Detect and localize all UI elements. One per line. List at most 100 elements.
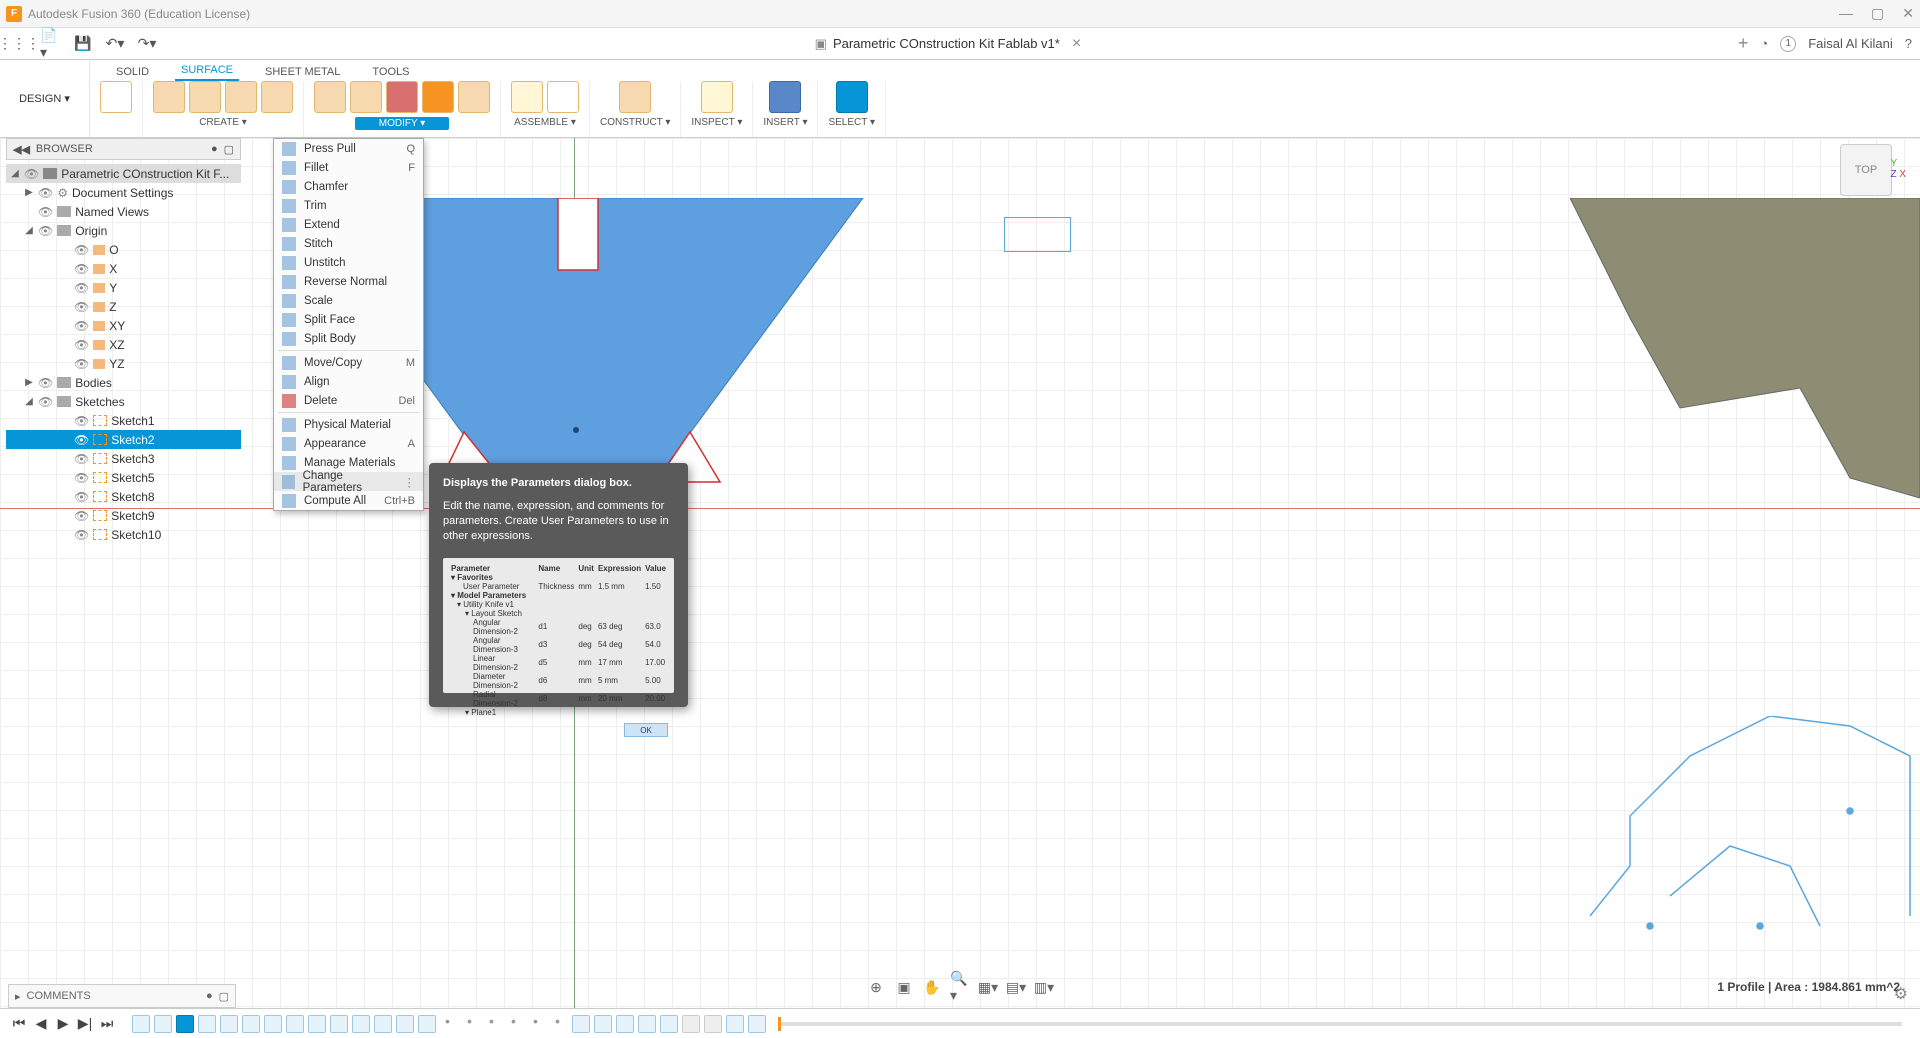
- timeline-next[interactable]: ▶|: [76, 1015, 94, 1032]
- menu-scale[interactable]: Scale: [274, 291, 423, 310]
- timeline-step[interactable]: [506, 1015, 524, 1033]
- grid-icon[interactable]: ▤▾: [1006, 978, 1026, 996]
- timeline-step[interactable]: [484, 1015, 502, 1033]
- timeline-step[interactable]: [374, 1015, 392, 1033]
- tool-icon[interactable]: [225, 81, 257, 113]
- insert-label[interactable]: INSERT ▾: [763, 117, 807, 128]
- timeline-handle[interactable]: [778, 1017, 781, 1031]
- tree-item-document-settings[interactable]: ▶👁⚙Document Settings: [6, 183, 241, 202]
- collapse-icon[interactable]: ◀◀: [13, 143, 30, 156]
- tool-icon[interactable]: [350, 81, 382, 113]
- tool-icon[interactable]: [189, 81, 221, 113]
- timeline-step[interactable]: [396, 1015, 414, 1033]
- menu-fillet[interactable]: FilletF: [274, 158, 423, 177]
- assemble-label[interactable]: ASSEMBLE ▾: [514, 117, 576, 128]
- tree-item-named-views[interactable]: 👁Named Views: [6, 202, 241, 221]
- canvas-area[interactable]: ◀◀ BROWSER ● ▢ ◢👁 Parametric COnstructio…: [0, 138, 1920, 1008]
- jobs-icon[interactable]: 1: [1780, 36, 1796, 52]
- timeline-step[interactable]: [440, 1015, 458, 1033]
- tool-icon[interactable]: [153, 81, 185, 113]
- tree-item-origin[interactable]: ◢👁Origin: [6, 221, 241, 240]
- tab-solid[interactable]: SOLID: [110, 63, 155, 81]
- tool-icon[interactable]: [386, 81, 418, 113]
- new-tab-button[interactable]: +: [1738, 33, 1749, 54]
- menu-extend[interactable]: Extend: [274, 215, 423, 234]
- timeline-step[interactable]: [154, 1015, 172, 1033]
- menu-stitch[interactable]: Stitch: [274, 234, 423, 253]
- tree-item-sketch2[interactable]: 👁Sketch2: [6, 430, 241, 449]
- timeline-step[interactable]: [330, 1015, 348, 1033]
- timeline-step[interactable]: [594, 1015, 612, 1033]
- browser-header[interactable]: ◀◀ BROWSER ● ▢: [6, 138, 241, 160]
- tree-item-y[interactable]: 👁Y: [6, 278, 241, 297]
- comments-pin-icon[interactable]: ●: [206, 990, 213, 1002]
- tab-close-button[interactable]: ×: [1072, 35, 1081, 53]
- timeline-step[interactable]: [220, 1015, 238, 1033]
- timeline-step[interactable]: [132, 1015, 150, 1033]
- tool-icon[interactable]: [701, 81, 733, 113]
- maximize-button[interactable]: ▢: [1871, 5, 1884, 22]
- timeline-step[interactable]: [176, 1015, 194, 1033]
- timeline-step[interactable]: [572, 1015, 590, 1033]
- tool-icon[interactable]: [422, 81, 454, 113]
- timeline-step[interactable]: [704, 1015, 722, 1033]
- document-tab[interactable]: ▣ Parametric COnstruction Kit Fablab v1*…: [168, 35, 1728, 53]
- tree-item-xz[interactable]: 👁XZ: [6, 335, 241, 354]
- menu-trim[interactable]: Trim: [274, 196, 423, 215]
- timeline-step[interactable]: [682, 1015, 700, 1033]
- select-label[interactable]: SELECT ▾: [828, 117, 875, 128]
- timeline-step[interactable]: [308, 1015, 326, 1033]
- tool-icon[interactable]: [314, 81, 346, 113]
- tab-surface[interactable]: SURFACE: [175, 61, 239, 81]
- menu-press-pull[interactable]: Press PullQ: [274, 139, 423, 158]
- timeline-step[interactable]: [616, 1015, 634, 1033]
- timeline-last[interactable]: ⏭: [98, 1015, 116, 1032]
- menu-change-parameters[interactable]: Change Parameters⋮: [274, 472, 423, 491]
- browser-options-icon[interactable]: ▢: [224, 143, 234, 156]
- modify-label[interactable]: MODIFY ▾: [355, 117, 450, 130]
- orbit-icon[interactable]: ⊕: [866, 978, 886, 996]
- menu-chamfer[interactable]: Chamfer: [274, 177, 423, 196]
- menu-compute-all[interactable]: Compute AllCtrl+B: [274, 491, 423, 510]
- display-icon[interactable]: ▦▾: [978, 978, 998, 996]
- timeline-step[interactable]: [286, 1015, 304, 1033]
- menu-unstitch[interactable]: Unstitch: [274, 253, 423, 272]
- tool-icon[interactable]: [458, 81, 490, 113]
- comments-panel[interactable]: ▸ COMMENTS ● ▢: [8, 984, 236, 1008]
- timeline-step[interactable]: [726, 1015, 744, 1033]
- menu-appearance[interactable]: AppearanceA: [274, 434, 423, 453]
- timeline-step[interactable]: [660, 1015, 678, 1033]
- sketch-tool[interactable]: [90, 81, 143, 137]
- extensions-icon[interactable]: ◔: [1760, 36, 1768, 51]
- tree-item-sketch3[interactable]: 👁Sketch3: [6, 449, 241, 468]
- tree-item-xy[interactable]: 👁XY: [6, 316, 241, 335]
- comments-collapse-icon[interactable]: ▸: [15, 990, 21, 1003]
- settings-icon[interactable]: ⚙: [1894, 984, 1908, 1004]
- tab-tools[interactable]: TOOLS: [366, 63, 415, 81]
- file-menu[interactable]: 📄▾: [40, 33, 62, 55]
- menu-physical-material[interactable]: Physical Material: [274, 415, 423, 434]
- tree-item-bodies[interactable]: ▶👁Bodies: [6, 373, 241, 392]
- tree-item-sketch9[interactable]: 👁Sketch9: [6, 506, 241, 525]
- timeline-step[interactable]: [264, 1015, 282, 1033]
- tool-icon[interactable]: [547, 81, 579, 113]
- tool-icon[interactable]: [836, 81, 868, 113]
- timeline-step[interactable]: [462, 1015, 480, 1033]
- construct-label[interactable]: CONSTRUCT ▾: [600, 117, 670, 128]
- menu-split-face[interactable]: Split Face: [274, 310, 423, 329]
- timeline-play[interactable]: ▶: [54, 1015, 72, 1032]
- save-button[interactable]: 💾: [72, 33, 94, 55]
- redo-button[interactable]: ↷▾: [136, 33, 158, 55]
- viewport-icon[interactable]: ▥▾: [1034, 978, 1054, 996]
- tree-item-o[interactable]: 👁O: [6, 240, 241, 259]
- create-label[interactable]: CREATE ▾: [199, 117, 247, 128]
- menu-move-copy[interactable]: Move/CopyM: [274, 353, 423, 372]
- comments-options-icon[interactable]: ▢: [219, 990, 229, 1003]
- timeline-step[interactable]: [242, 1015, 260, 1033]
- tool-icon[interactable]: [619, 81, 651, 113]
- zoom-icon[interactable]: 🔍▾: [950, 978, 970, 996]
- tree-item-sketch1[interactable]: 👁Sketch1: [6, 411, 241, 430]
- inspect-label[interactable]: INSPECT ▾: [691, 117, 742, 128]
- timeline-step[interactable]: [418, 1015, 436, 1033]
- menu-delete[interactable]: DeleteDel: [274, 391, 423, 410]
